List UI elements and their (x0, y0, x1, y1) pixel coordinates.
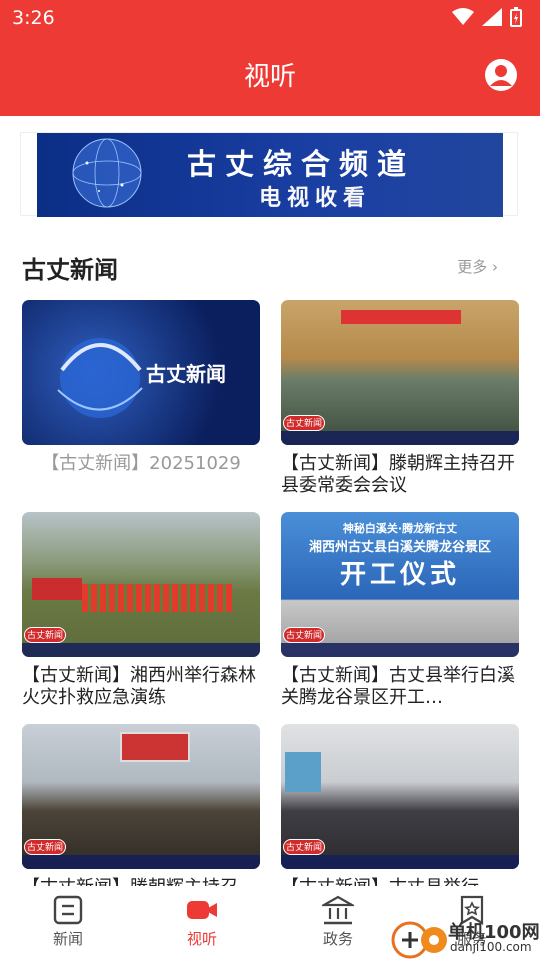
video-camera-icon (187, 901, 217, 919)
fire-truck-graphic (32, 578, 82, 600)
section-title: 古丈新闻 (22, 256, 118, 284)
signal-icon (482, 8, 502, 26)
more-link[interactable]: 更多 › (457, 256, 498, 277)
meeting-banner (341, 310, 461, 324)
news-card[interactable]: 古丈新闻 【古丈新闻】滕朝辉主持召 (22, 724, 260, 899)
status-time: 3:26 (12, 7, 55, 29)
news-card[interactable]: 古丈新闻 【古丈新闻】古丈县举行 (281, 724, 519, 899)
wall-screen (285, 752, 321, 792)
government-building-icon (322, 895, 354, 925)
banner-title: 古丈综合频道 (187, 147, 416, 181)
news-thumbnail: 古丈新闻 (281, 300, 519, 445)
tab-label: 视听 (186, 930, 217, 948)
thumb-strip (281, 643, 519, 657)
globe-graphic (72, 138, 142, 208)
more-label: 更多 (457, 258, 488, 276)
channel-badge: 古丈新闻 (24, 627, 66, 643)
news-title: 【古丈新闻】滕朝辉主持召开县委常委会会议 (281, 453, 515, 496)
battery-icon (510, 7, 522, 27)
tab-label: 政务 (322, 930, 353, 948)
site-watermark: 单机100网 danji100.com (390, 916, 540, 960)
thumb-strip (281, 855, 519, 869)
sign-line-2: 湘西州古丈县白溪关腾龙谷景区 (308, 540, 491, 555)
wall-screen (120, 732, 190, 762)
thumb-strip (22, 855, 260, 869)
page-title: 视听 (243, 62, 296, 92)
thumb-title: 古丈新闻 (146, 362, 226, 386)
channel-badge: 古丈新闻 (283, 415, 325, 431)
channel-badge: 古丈新闻 (24, 839, 66, 855)
app-header: 3:26 视听 (0, 0, 540, 116)
watermark-url: danji100.com (450, 940, 532, 954)
news-title: 【古丈新闻】古丈县举行白溪关腾龙谷景区开工… (281, 665, 515, 708)
news-title: 【古丈新闻】湘西州举行森林火灾扑救应急演练 (22, 665, 256, 708)
tab-label: 新闻 (52, 930, 83, 948)
user-profile-icon[interactable] (484, 58, 518, 92)
title-bar: 视听 (0, 38, 540, 116)
watermark-logo-icon (391, 921, 447, 959)
news-title: 【古丈新闻】20251029 (41, 453, 241, 474)
sign-line-3: 开工仪式 (339, 560, 460, 590)
wifi-icon (452, 8, 474, 25)
channel-banner[interactable]: 古丈综合频道 电视收看 (20, 132, 518, 217)
news-thumbnail: 古丈新闻 (281, 724, 519, 869)
news-thumbnail: 古丈新闻 (22, 724, 260, 869)
status-icons (452, 7, 522, 27)
news-thumbnail: 古丈新闻 (22, 512, 260, 657)
banner-image: 古丈综合频道 电视收看 (37, 133, 503, 217)
news-card[interactable]: 古丈新闻 【古丈新闻】湘西州举行森林火灾扑救应急演练 (22, 512, 260, 709)
chevron-right-icon: › (492, 258, 498, 276)
channel-badge: 古丈新闻 (283, 627, 325, 643)
thumb-strip (22, 643, 260, 657)
tab-news[interactable]: 新闻 (18, 886, 118, 960)
crowd-graphic (82, 584, 232, 612)
news-thumbnail: 古丈新闻 (22, 300, 260, 445)
tab-government[interactable]: 政务 (288, 886, 388, 960)
status-bar: 3:26 (0, 0, 540, 38)
news-card[interactable]: 古丈新闻 【古丈新闻】20251029 (22, 300, 260, 475)
thumb-strip (281, 431, 519, 445)
news-icon (53, 895, 83, 925)
channel-badge: 古丈新闻 (283, 839, 325, 855)
sign-line-1: 神秘白溪关·腾龙新古丈 (342, 522, 458, 535)
news-card[interactable]: 神秘白溪关·腾龙新古丈 湘西州古丈县白溪关腾龙谷景区 开工仪式 古丈新闻 【古丈… (281, 512, 519, 709)
news-card[interactable]: 古丈新闻 【古丈新闻】滕朝辉主持召开县委常委会会议 (281, 300, 519, 497)
news-thumbnail: 神秘白溪关·腾龙新古丈 湘西州古丈县白溪关腾龙谷景区 开工仪式 古丈新闻 (281, 512, 519, 657)
banner-subtitle: 电视收看 (259, 185, 372, 211)
tab-media[interactable]: 视听 (152, 886, 252, 960)
